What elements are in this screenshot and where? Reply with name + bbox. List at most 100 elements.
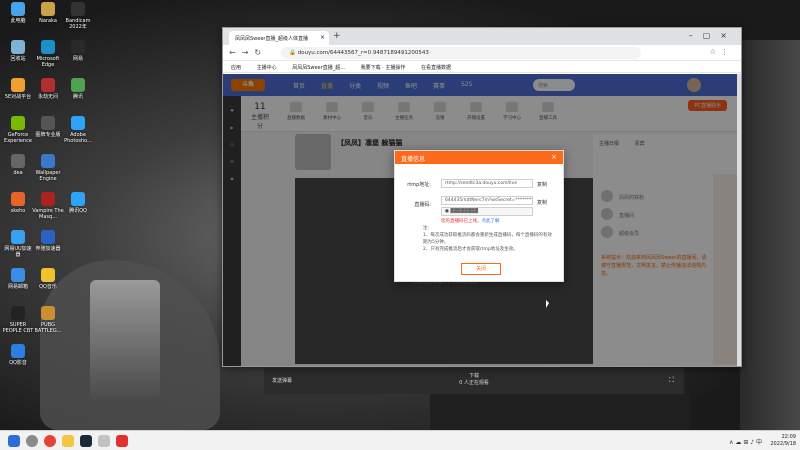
desktop-icon[interactable]: 5E对战平台	[2, 78, 34, 100]
desktop-icon-label: 腾讯	[72, 94, 83, 100]
desktop-icon[interactable]: 网易UU加速器	[2, 230, 34, 258]
notes-title: 注:	[423, 226, 430, 231]
window-controls[interactable]: –▢×	[689, 31, 737, 40]
app-icon	[71, 192, 85, 206]
desktop-icon[interactable]: 腾讯QQ	[62, 192, 94, 214]
desktop-icon[interactable]: Microsoft Edge	[32, 40, 64, 68]
search-icon[interactable]	[26, 435, 38, 447]
strip-center: 下载 0 人正在观看	[444, 373, 504, 387]
app-icon	[71, 2, 85, 16]
fullscreen-icon[interactable]: ⛶	[669, 376, 674, 385]
clock-time: 22:09	[781, 434, 796, 440]
app-icon	[11, 154, 25, 168]
app-icon	[11, 192, 25, 206]
rtmp-url-field[interactable]: rtmp://sendtc3a.douyu.com/live	[441, 179, 533, 188]
desktop-icon[interactable]: Vampire The Masq...	[32, 192, 64, 220]
desktop-icon[interactable]: GeForce Experience	[2, 116, 34, 144]
desktop-icon-label: PUBG BATTLEG...	[34, 322, 62, 334]
bookmark-item[interactable]: 在看直播数据	[421, 65, 451, 71]
desktop-icon[interactable]: 此电脑	[2, 2, 34, 24]
desktop-icon[interactable]: dea	[2, 154, 34, 176]
wallpaper-figure	[740, 40, 800, 430]
desktop-icon[interactable]: QQ音乐	[32, 268, 64, 290]
send-danmaku-label[interactable]: 发送弹幕	[272, 377, 292, 384]
desktop-icon[interactable]: Wallpaper Engine	[32, 154, 64, 182]
desktop-icon[interactable]: 网易	[62, 40, 94, 62]
desktop-icon-label: 网易邮箱	[7, 284, 28, 290]
app-icon	[41, 192, 55, 206]
desktop-icon[interactable]: 网易邮箱	[2, 268, 34, 290]
app-icon[interactable]	[98, 435, 110, 447]
new-tab-icon[interactable]: +	[333, 31, 341, 41]
close-modal-button[interactable]: 关闭	[461, 263, 501, 275]
desktop-icon[interactable]: 永劫无间	[32, 78, 64, 100]
extension-icons[interactable]: ☆⋮	[710, 48, 733, 56]
start-icon[interactable]	[8, 435, 20, 447]
steam-icon[interactable]	[80, 435, 92, 447]
copy-rtmp-button[interactable]: 复制	[537, 181, 547, 188]
note-item: 2、只有完成推流后才会获取rtmp地址及生效。	[423, 247, 518, 252]
wallpaper-cup	[90, 280, 160, 400]
app-icon	[11, 306, 25, 320]
clock[interactable]: 22:09 2022/9/18	[770, 434, 796, 448]
desktop-icon[interactable]: Bandicam 2022年	[62, 2, 94, 30]
douyu-icon[interactable]	[116, 435, 128, 447]
stream-code-select[interactable]: ● ▓▓▓▓▓▓▓▓	[441, 207, 533, 216]
lock-icon: 🔒	[289, 50, 298, 56]
scrollbar[interactable]	[737, 74, 741, 366]
url-input[interactable]: 🔒 douyu.com/64443567_r=0.948718949120054…	[281, 47, 641, 59]
app-icon	[41, 116, 55, 130]
modal-header: 直播信息 ×	[395, 151, 563, 164]
tab-close-icon[interactable]: ×	[320, 34, 325, 41]
download-label[interactable]: 下载	[444, 373, 504, 380]
stream-info-modal: 直播信息 × rtmp地址: rtmp://sendtc3a.douyu.com…	[394, 150, 564, 282]
learn-more-link[interactable]: 点此了解	[482, 219, 500, 224]
app-icon	[41, 154, 55, 168]
desktop-icon-label: 腾讯QQ	[69, 208, 87, 214]
desktop-icon[interactable]: 奔驰加速器	[32, 230, 64, 252]
desktop-icon[interactable]: Naraka	[32, 2, 64, 24]
desktop-icon[interactable]: 回收站	[2, 40, 34, 62]
browser-tab[interactable]: 凤凤凤Sweer直播_超级人体直播 ×	[229, 31, 329, 45]
desktop-icon-label: 网易	[72, 56, 83, 62]
address-bar: ←→↻ 🔒 douyu.com/64443567_r=0.94871894912…	[223, 45, 741, 61]
desktop-icon[interactable]: 图牌专业版	[32, 116, 64, 138]
bottom-player-bar: 发送弹幕 下载 0 人正在观看 ⛶	[264, 368, 684, 394]
desktop-icon-label: Adobe Photosho...	[64, 132, 92, 144]
bookmark-item[interactable]: 我要下载 · 主播操作	[361, 65, 406, 71]
desktop-icon[interactable]: SUPER PEOPLE CBT	[2, 306, 34, 334]
app-icon	[11, 40, 25, 54]
warning-text: 您的直播码已上线，点此了解	[441, 218, 500, 224]
mouse-cursor	[546, 300, 549, 308]
clock-date: 2022/9/18	[770, 441, 796, 447]
bookmark-item[interactable]: 凤凤凤Sweer直播_超...	[292, 65, 345, 71]
desktop-icon[interactable]: PUBG BATTLEG...	[32, 306, 64, 334]
nav-buttons[interactable]: ←→↻	[229, 48, 267, 57]
tray-icons[interactable]: ∧ ☁ ⊞ ♪ 中	[729, 437, 762, 446]
bookmark-item[interactable]: 主播中心	[257, 65, 277, 71]
desktop-icon-label: SUPER PEOPLE CBT	[2, 322, 34, 334]
desktop-icon[interactable]: QQ影音	[2, 344, 34, 366]
bookmark-item[interactable]: 应用	[231, 65, 241, 71]
warning-message: 您的直播码已上线，	[441, 219, 482, 224]
desktop-icon[interactable]: Adobe Photosho...	[62, 116, 94, 144]
app-icon	[41, 268, 55, 282]
desktop-icon-label: Microsoft Edge	[36, 56, 60, 68]
desktop-icon-label: skeho	[10, 208, 26, 214]
desktop-icon-label: QQ音乐	[39, 284, 57, 290]
desktop-icon-label: 回收站	[10, 56, 26, 62]
desktop-icon-label: 永劫无间	[37, 94, 58, 100]
app-icon	[11, 2, 25, 16]
copy-code-button[interactable]: 复制	[537, 199, 547, 206]
stream-code-field[interactable]: 644435rkdtNerc7m?wsSecret=********	[441, 196, 533, 205]
tab-bar: 凤凤凤Sweer直播_超级人体直播 × + –▢×	[223, 28, 741, 45]
bookmarks-bar: 应用 主播中心 凤凤凤Sweer直播_超... 我要下载 · 主播操作 在看直播…	[223, 61, 741, 73]
desktop-icon[interactable]: 腾讯	[62, 78, 94, 100]
app-icon	[11, 344, 25, 358]
explorer-icon[interactable]	[62, 435, 74, 447]
close-icon[interactable]: ×	[551, 153, 557, 161]
desktop-icon[interactable]: skeho	[2, 192, 34, 214]
viewer-count: 0 人正在观看	[459, 380, 489, 386]
app-icon	[11, 116, 25, 130]
chrome-icon[interactable]	[44, 435, 56, 447]
